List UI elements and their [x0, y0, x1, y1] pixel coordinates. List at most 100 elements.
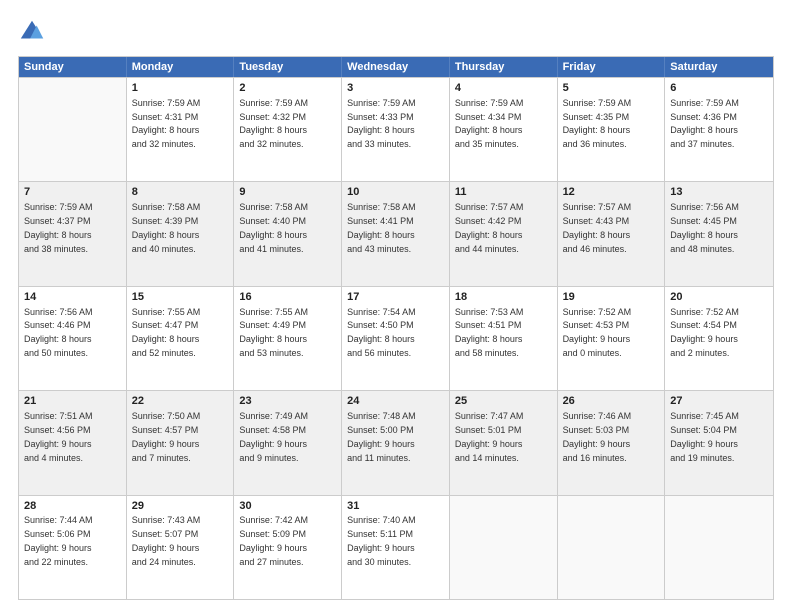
day-number: 1 [132, 81, 229, 96]
day-number: 9 [239, 185, 336, 200]
calendar-cell: 13 Sunrise: 7:56 AM Sunset: 4:45 PM Dayli… [665, 182, 773, 285]
calendar-header-friday: Friday [558, 57, 666, 77]
calendar-cell [665, 496, 773, 599]
calendar-cell: 4 Sunrise: 7:59 AM Sunset: 4:34 PM Daylig… [450, 78, 558, 181]
day-info: Sunrise: 7:43 AM Sunset: 5:07 PM Dayligh… [132, 515, 201, 566]
calendar-week-1: 1 Sunrise: 7:59 AM Sunset: 4:31 PM Daylig… [19, 77, 773, 181]
day-number: 12 [563, 185, 660, 200]
day-info: Sunrise: 7:42 AM Sunset: 5:09 PM Dayligh… [239, 515, 308, 566]
day-info: Sunrise: 7:47 AM Sunset: 5:01 PM Dayligh… [455, 411, 524, 462]
day-info: Sunrise: 7:50 AM Sunset: 4:57 PM Dayligh… [132, 411, 201, 462]
calendar-week-3: 14Sunrise: 7:56 AM Sunset: 4:46 PM Dayli… [19, 286, 773, 390]
calendar-cell [450, 496, 558, 599]
calendar-cell: 18 Sunrise: 7:53 AM Sunset: 4:51 PM Dayli… [450, 287, 558, 390]
day-number: 6 [670, 81, 768, 96]
calendar-cell: 24 Sunrise: 7:48 AM Sunset: 5:00 PM Dayli… [342, 391, 450, 494]
calendar-cell: 6 Sunrise: 7:59 AM Sunset: 4:36 PM Daylig… [665, 78, 773, 181]
day-info: Sunrise: 7:59 AM Sunset: 4:36 PM Dayligh… [670, 98, 739, 149]
day-info: Sunrise: 7:52 AM Sunset: 4:54 PM Dayligh… [670, 307, 739, 358]
day-number: 28 [24, 499, 121, 514]
day-info: Sunrise: 7:53 AM Sunset: 4:51 PM Dayligh… [455, 307, 524, 358]
day-number: 17 [347, 290, 444, 305]
calendar-cell [558, 496, 666, 599]
day-number: 29 [132, 499, 229, 514]
calendar: SundayMondayTuesdayWednesdayThursdayFrid… [18, 56, 774, 600]
day-info: Sunrise: 7:58 AM Sunset: 4:41 PM Dayligh… [347, 202, 416, 253]
calendar-cell: 9 Sunrise: 7:58 AM Sunset: 4:40 PM Daylig… [234, 182, 342, 285]
header [18, 18, 774, 46]
day-info: Sunrise: 7:45 AM Sunset: 5:04 PM Dayligh… [670, 411, 739, 462]
calendar-cell: 15 Sunrise: 7:55 AM Sunset: 4:47 PM Dayli… [127, 287, 235, 390]
calendar-cell: 22 Sunrise: 7:50 AM Sunset: 4:57 PM Dayli… [127, 391, 235, 494]
calendar-header-tuesday: Tuesday [234, 57, 342, 77]
calendar-week-4: 21 Sunrise: 7:51 AM Sunset: 4:56 PM Dayli… [19, 390, 773, 494]
day-number: 30 [239, 499, 336, 514]
calendar-body: 1 Sunrise: 7:59 AM Sunset: 4:31 PM Daylig… [19, 77, 773, 599]
day-number: 21 [24, 394, 121, 409]
day-info: Sunrise: 7:57 AM Sunset: 4:42 PM Dayligh… [455, 202, 524, 253]
calendar-header-wednesday: Wednesday [342, 57, 450, 77]
day-info: Sunrise: 7:51 AM Sunset: 4:56 PM Dayligh… [24, 411, 93, 462]
day-number: 25 [455, 394, 552, 409]
logo-icon [18, 18, 46, 46]
calendar-cell: 14Sunrise: 7:56 AM Sunset: 4:46 PM Dayli… [19, 287, 127, 390]
day-info: Sunrise: 7:59 AM Sunset: 4:37 PM Dayligh… [24, 202, 93, 253]
day-info: Sunrise: 7:44 AM Sunset: 5:06 PM Dayligh… [24, 515, 93, 566]
calendar-cell: 16 Sunrise: 7:55 AM Sunset: 4:49 PM Dayli… [234, 287, 342, 390]
calendar-header-thursday: Thursday [450, 57, 558, 77]
day-info: Sunrise: 7:59 AM Sunset: 4:34 PM Dayligh… [455, 98, 524, 149]
day-info: Sunrise: 7:52 AM Sunset: 4:53 PM Dayligh… [563, 307, 632, 358]
calendar-cell: 17 Sunrise: 7:54 AM Sunset: 4:50 PM Dayli… [342, 287, 450, 390]
day-number: 27 [670, 394, 768, 409]
calendar-cell: 3 Sunrise: 7:59 AM Sunset: 4:33 PM Daylig… [342, 78, 450, 181]
page: SundayMondayTuesdayWednesdayThursdayFrid… [0, 0, 792, 612]
day-number: 19 [563, 290, 660, 305]
day-info: Sunrise: 7:59 AM Sunset: 4:31 PM Dayligh… [132, 98, 201, 149]
day-info: Sunrise: 7:49 AM Sunset: 4:58 PM Dayligh… [239, 411, 308, 462]
calendar-cell: 19 Sunrise: 7:52 AM Sunset: 4:53 PM Dayli… [558, 287, 666, 390]
calendar-cell: 31Sunrise: 7:40 AM Sunset: 5:11 PM Dayli… [342, 496, 450, 599]
day-number: 31 [347, 499, 444, 514]
day-info: Sunrise: 7:48 AM Sunset: 5:00 PM Dayligh… [347, 411, 416, 462]
day-number: 4 [455, 81, 552, 96]
day-number: 20 [670, 290, 768, 305]
day-number: 23 [239, 394, 336, 409]
day-number: 11 [455, 185, 552, 200]
day-number: 13 [670, 185, 768, 200]
day-info: Sunrise: 7:55 AM Sunset: 4:49 PM Dayligh… [239, 307, 308, 358]
logo [18, 18, 50, 46]
day-info: Sunrise: 7:57 AM Sunset: 4:43 PM Dayligh… [563, 202, 632, 253]
day-info: Sunrise: 7:46 AM Sunset: 5:03 PM Dayligh… [563, 411, 632, 462]
calendar-header-saturday: Saturday [665, 57, 773, 77]
calendar-cell: 27 Sunrise: 7:45 AM Sunset: 5:04 PM Dayli… [665, 391, 773, 494]
calendar-cell: 30Sunrise: 7:42 AM Sunset: 5:09 PM Dayli… [234, 496, 342, 599]
day-number: 16 [239, 290, 336, 305]
day-number: 24 [347, 394, 444, 409]
calendar-cell: 28Sunrise: 7:44 AM Sunset: 5:06 PM Dayli… [19, 496, 127, 599]
calendar-header-sunday: Sunday [19, 57, 127, 77]
day-number: 8 [132, 185, 229, 200]
day-info: Sunrise: 7:40 AM Sunset: 5:11 PM Dayligh… [347, 515, 416, 566]
calendar-cell: 23 Sunrise: 7:49 AM Sunset: 4:58 PM Dayli… [234, 391, 342, 494]
day-number: 22 [132, 394, 229, 409]
calendar-cell [19, 78, 127, 181]
day-info: Sunrise: 7:59 AM Sunset: 4:35 PM Dayligh… [563, 98, 632, 149]
day-number: 5 [563, 81, 660, 96]
day-number: 18 [455, 290, 552, 305]
calendar-cell: 1 Sunrise: 7:59 AM Sunset: 4:31 PM Daylig… [127, 78, 235, 181]
day-info: Sunrise: 7:59 AM Sunset: 4:33 PM Dayligh… [347, 98, 416, 149]
calendar-cell: 29Sunrise: 7:43 AM Sunset: 5:07 PM Dayli… [127, 496, 235, 599]
day-info: Sunrise: 7:56 AM Sunset: 4:46 PM Dayligh… [24, 307, 93, 358]
day-info: Sunrise: 7:58 AM Sunset: 4:39 PM Dayligh… [132, 202, 201, 253]
day-info: Sunrise: 7:54 AM Sunset: 4:50 PM Dayligh… [347, 307, 416, 358]
calendar-cell: 5 Sunrise: 7:59 AM Sunset: 4:35 PM Daylig… [558, 78, 666, 181]
day-info: Sunrise: 7:55 AM Sunset: 4:47 PM Dayligh… [132, 307, 201, 358]
day-number: 15 [132, 290, 229, 305]
day-number: 10 [347, 185, 444, 200]
calendar-week-5: 28Sunrise: 7:44 AM Sunset: 5:06 PM Dayli… [19, 495, 773, 599]
day-info: Sunrise: 7:58 AM Sunset: 4:40 PM Dayligh… [239, 202, 308, 253]
calendar-cell: 10 Sunrise: 7:58 AM Sunset: 4:41 PM Dayli… [342, 182, 450, 285]
calendar-cell: 8 Sunrise: 7:58 AM Sunset: 4:39 PM Daylig… [127, 182, 235, 285]
day-info: Sunrise: 7:56 AM Sunset: 4:45 PM Dayligh… [670, 202, 739, 253]
day-number: 3 [347, 81, 444, 96]
